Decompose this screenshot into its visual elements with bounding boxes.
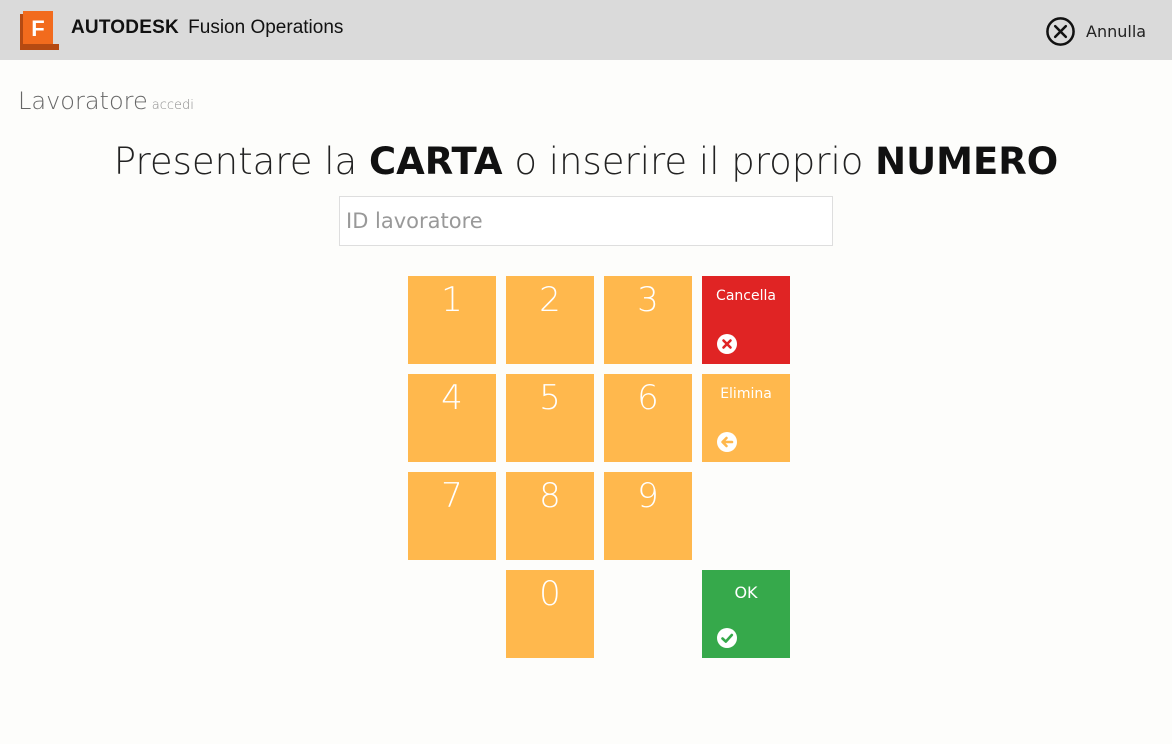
fusion-logo-icon: F [20, 11, 59, 50]
keypad-key-3[interactable]: 3 [604, 276, 692, 364]
arrow-left-circle-icon [717, 432, 737, 452]
top-bar: F AUTODESK Fusion Operations Annulla [0, 0, 1172, 60]
page-title: Lavoratore accedi [18, 87, 194, 115]
keypad-delete-label: Elimina [720, 386, 772, 402]
keypad-ok-label: OK [734, 583, 758, 602]
worker-id-input[interactable] [339, 196, 833, 246]
check-circle-icon [717, 628, 737, 648]
keypad-digit: 8 [539, 476, 561, 516]
brand-company: AUTODESK [71, 17, 179, 38]
brand-product: Fusion Operations [188, 17, 344, 38]
close-circle-icon [1046, 16, 1075, 46]
keypad-digit: 7 [441, 476, 463, 516]
keypad-ok-button[interactable]: OK [702, 570, 790, 658]
times-circle-icon [717, 334, 737, 354]
keypad-digit: 1 [441, 280, 463, 320]
instruction-number: NUMERO [875, 140, 1059, 183]
keypad-key-7[interactable]: 7 [408, 472, 496, 560]
cancel-button[interactable]: Annulla [1045, 15, 1146, 47]
keypad-digit: 5 [539, 378, 561, 418]
keypad-digit: 9 [637, 476, 659, 516]
keypad-digit: 4 [441, 378, 463, 418]
keypad-key-2[interactable]: 2 [506, 276, 594, 364]
keypad-digit: 2 [539, 280, 561, 320]
instruction-card: CARTA [368, 140, 503, 183]
instruction-heading: Presentare la CARTA o inserire il propri… [0, 140, 1172, 183]
logo-letter: F [31, 16, 44, 41]
instruction-part1: Presentare la [113, 140, 369, 183]
keypad-key-4[interactable]: 4 [408, 374, 496, 462]
cancel-button-label: Annulla [1086, 21, 1147, 41]
keypad-cancel-button[interactable]: Cancella [702, 276, 790, 364]
keypad-cancel-label: Cancella [716, 288, 776, 304]
keypad-digit: 6 [637, 378, 659, 418]
page-title-text: Lavoratore [18, 87, 148, 115]
keypad-key-1[interactable]: 1 [408, 276, 496, 364]
instruction-part2: o inserire il proprio [502, 140, 876, 183]
keypad-digit: 0 [539, 574, 561, 614]
keypad-key-5[interactable]: 5 [506, 374, 594, 462]
keypad-key-0[interactable]: 0 [506, 570, 594, 658]
keypad-key-9[interactable]: 9 [604, 472, 692, 560]
keypad-delete-button[interactable]: Elimina [702, 374, 790, 462]
keypad-key-6[interactable]: 6 [604, 374, 692, 462]
page-subtitle: accedi [151, 98, 194, 113]
keypad-digit: 3 [637, 280, 659, 320]
brand-name: AUTODESK Fusion Operations [71, 14, 343, 42]
keypad-key-8[interactable]: 8 [506, 472, 594, 560]
